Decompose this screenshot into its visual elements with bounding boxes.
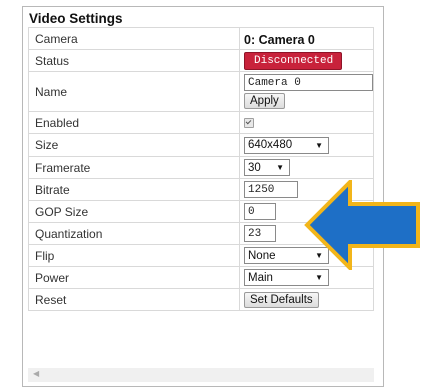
size-select[interactable]: 640x480 ▼ <box>244 136 329 154</box>
quantization-input[interactable] <box>244 225 276 243</box>
framerate-select-value: 30 <box>248 161 261 174</box>
framerate-label: Framerate <box>28 156 240 179</box>
name-input[interactable] <box>244 74 373 91</box>
enabled-checkbox[interactable] <box>244 117 254 128</box>
panel-title: Video Settings <box>29 11 123 26</box>
table-row: Name Apply <box>28 71 374 112</box>
framerate-select[interactable]: 30 ▼ <box>244 159 290 176</box>
status-badge: Disconnected <box>244 51 343 70</box>
quantization-label: Quantization <box>28 222 240 245</box>
size-select-value: 640x480 <box>248 139 293 151</box>
camera-label: Camera <box>28 27 240 50</box>
name-label: Name <box>28 71 240 112</box>
table-row: Reset Set Defaults <box>28 288 374 311</box>
triangle-down-icon: ▼ <box>276 163 284 172</box>
table-row: Camera 0: Camera 0 <box>28 27 374 50</box>
triangle-down-icon: ▼ <box>315 140 323 150</box>
bitrate-input[interactable] <box>244 181 298 199</box>
flip-label: Flip <box>28 244 240 267</box>
gop-size-input[interactable] <box>244 203 276 221</box>
power-select[interactable]: Main ▼ <box>244 269 329 286</box>
size-label: Size <box>28 133 240 157</box>
gop-size-label: GOP Size <box>28 200 240 223</box>
camera-value: 0: Camera 0 <box>244 32 315 47</box>
table-row: Size 640x480 ▼ <box>28 133 374 157</box>
reset-label: Reset <box>28 288 240 311</box>
enabled-label: Enabled <box>28 111 240 134</box>
triangle-left-icon[interactable]: ◀ <box>33 369 39 378</box>
apply-button[interactable]: Apply <box>244 93 285 109</box>
horizontal-scrollbar[interactable]: ◀ <box>28 368 374 382</box>
flip-select-value: None <box>248 249 276 262</box>
status-label: Status <box>28 49 240 72</box>
set-defaults-button[interactable]: Set Defaults <box>244 291 319 308</box>
table-row: Status Disconnected <box>28 49 374 72</box>
power-label: Power <box>28 266 240 289</box>
table-row: Enabled <box>28 111 374 134</box>
table-row: Framerate 30 ▼ <box>28 156 374 179</box>
power-select-value: Main <box>248 271 273 284</box>
arrow-left-icon <box>304 180 420 270</box>
triangle-down-icon: ▼ <box>315 273 323 282</box>
highlight-arrow <box>304 180 420 270</box>
bitrate-label: Bitrate <box>28 178 240 201</box>
